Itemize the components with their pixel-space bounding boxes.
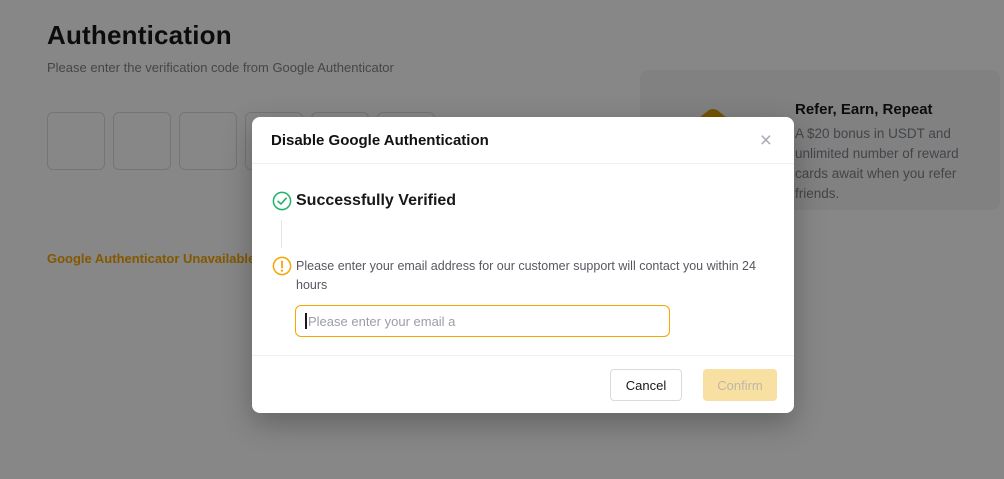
security-page: Authentication Please enter the verifica… <box>0 0 1004 479</box>
warning-text-line: Please enter your email address for our … <box>296 257 766 276</box>
exclamation-circle-icon <box>272 256 292 276</box>
text-caret <box>305 313 307 329</box>
check-circle-icon <box>272 191 292 211</box>
warning-text-line: hours <box>296 276 766 295</box>
close-icon[interactable]: × <box>760 130 772 151</box>
modal-footer-divider <box>252 355 794 356</box>
cancel-button[interactable]: Cancel <box>610 369 682 401</box>
email-field-wrapper <box>295 305 670 337</box>
disable-google-authentication-modal: Disable Google Authentication × Successf… <box>252 117 794 413</box>
modal-title: Disable Google Authentication <box>271 132 489 149</box>
email-input[interactable] <box>295 305 670 337</box>
confirm-button[interactable]: Confirm <box>703 369 777 401</box>
step-connector-line <box>281 220 282 248</box>
warning-step-text: Please enter your email address for our … <box>296 257 766 295</box>
modal-header: Disable Google Authentication × <box>252 117 794 164</box>
success-step-label: Successfully Verified <box>296 191 456 211</box>
